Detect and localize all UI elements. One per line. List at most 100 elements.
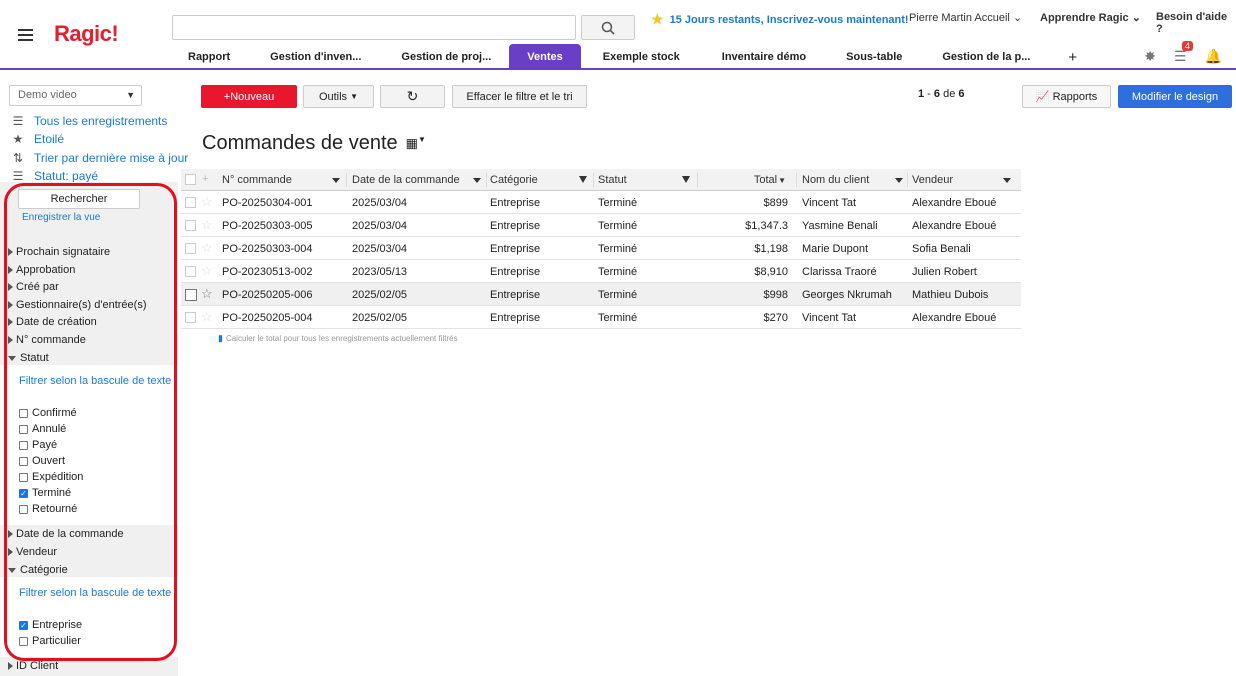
checkbox-label: Ouvert [32,455,66,467]
table-row[interactable]: ☆ PO-20250303-005 2025/03/04 Entreprise Term… [181,214,1021,237]
sidebar-all-records[interactable]: ☰ Tous les enregistrements [10,114,168,128]
tab-ventes[interactable]: Ventes [509,44,581,70]
table-row[interactable]: ☆ PO-20250304-001 2025/03/04 Entreprise Term… [181,191,1021,214]
filter-date-commande[interactable]: Date de la commande [8,528,124,540]
checkbox-ouvert[interactable]: Ouvert [19,455,65,467]
tab-gestion-p[interactable]: Gestion de la p... [922,44,1050,70]
tab-gestion-projet[interactable]: Gestion de proj... [383,44,509,70]
star-icon[interactable]: ☆ [201,217,213,233]
menu-icon[interactable] [18,29,33,41]
star-icon[interactable]: ☆ [201,309,213,325]
col-statut[interactable]: Statut [594,169,697,191]
trial-banner[interactable]: ★ 15 Jours restants, Inscrivez-vous main… [651,11,909,28]
row-checkbox[interactable] [185,220,196,231]
checkbox[interactable] [19,456,28,466]
col-n-commande[interactable]: N° commande [218,169,345,191]
tab-inventaire-demo[interactable]: Inventaire démo [702,44,826,70]
table-view-icon[interactable]: ▦▼ [406,135,426,151]
tab-gestion-inventaire[interactable]: Gestion d'inven... [248,44,383,70]
filter-n-commande[interactable]: N° commande [8,334,86,346]
checkbox[interactable] [19,472,28,482]
bug-icon[interactable]: ✸ [1144,48,1156,65]
row-checkbox[interactable] [185,197,196,208]
checkbox-checked[interactable]: ✓ [19,488,28,498]
view-select[interactable]: Demo video ▼ [9,85,142,106]
sidebar-sort-updated[interactable]: ⇅ Trier par dernière mise à jour [10,151,188,165]
filter-date-creation[interactable]: Date de création [8,316,97,328]
select-all-checkbox[interactable] [185,174,196,185]
row-checkbox[interactable] [185,243,196,254]
checkbox[interactable] [19,504,28,514]
checkbox[interactable] [19,424,28,434]
checkbox-checked[interactable]: ✓ [19,620,28,630]
statut-options: Filtrer selon la bascule de texte Confir… [0,365,178,525]
star-icon[interactable]: ☆ [201,240,213,256]
reports-button[interactable]: 📈 Rapports [1022,85,1111,108]
filter-statut[interactable]: Statut [8,352,49,364]
table-row[interactable]: ☆ PO-20250303-004 2025/03/04 Entreprise Term… [181,237,1021,260]
tab-rapport[interactable]: Rapport [170,44,248,70]
cell-client: Georges Nkrumah [802,288,892,301]
checkbox[interactable] [19,636,28,646]
star-icon[interactable]: ☆ [201,263,213,279]
col-date-commande[interactable]: Date de la commande [348,169,486,191]
checkbox-confirme[interactable]: Confirmé [19,407,77,419]
filter-approbation[interactable]: Approbation [8,264,75,276]
filter-id-client[interactable]: ID Client [8,660,58,672]
row-checkbox[interactable] [185,289,197,301]
filter-gestionnaires[interactable]: Gestionnaire(s) d'entrée(s) [8,299,147,311]
add-tab-button[interactable]: + [1050,44,1095,70]
search-button[interactable] [581,15,635,40]
new-record-button[interactable]: +Nouveau [201,85,297,108]
checkbox-particulier[interactable]: Particulier [19,635,81,647]
tools-button[interactable]: Outils ▼ [303,85,374,108]
col-nom-client[interactable]: Nom du client [798,169,908,191]
checkbox-termine[interactable]: ✓ Terminé [19,487,71,499]
search-input[interactable] [172,15,576,40]
filter-label: N° commande [16,334,86,346]
app-logo[interactable]: Ragic! [54,21,119,47]
checkbox-retourne[interactable]: Retourné [19,503,77,515]
help-menu[interactable]: Besoin d'aide ? [1156,11,1236,35]
categorie-text-toggle[interactable]: Filtrer selon la bascule de texte [19,587,171,599]
user-menu[interactable]: Pierre Martin Accueil ⌄ [909,11,1022,24]
search-filter-button[interactable]: Rechercher [18,189,140,209]
checkbox[interactable] [19,440,28,450]
row-checkbox[interactable] [185,312,196,323]
table-row[interactable]: ☆ PO-20230513-002 2023/05/13 Entreprise Term… [181,260,1021,283]
col-vendeur[interactable]: Vendeur [908,169,1015,191]
filter-vendeur[interactable]: Vendeur [8,546,57,558]
checkbox-annule[interactable]: Annulé [19,423,66,435]
add-icon[interactable]: + [202,173,208,185]
tab-sous-table[interactable]: Sous-table [826,44,922,70]
table-row[interactable]: ☆ PO-20250205-004 2025/02/05 Entreprise Term… [181,306,1021,329]
col-total[interactable]: Total ▼ [697,169,796,191]
row-checkbox[interactable] [185,266,196,277]
task-icon[interactable]: ☰ 4 [1174,41,1194,65]
save-view-link[interactable]: Enregistrer la vue [22,212,100,223]
refresh-button[interactable]: ↻ [380,85,445,108]
filter-categorie[interactable]: Catégorie [8,564,68,576]
sidebar-status-paid[interactable]: ☰ Statut: payé [10,169,98,183]
filter-prochain-signataire[interactable]: Prochain signataire [8,246,110,258]
filter-cree-par[interactable]: Créé par [8,281,59,293]
calc-total-link[interactable]: ▮ Calculer le total pour tous les enregi… [218,333,458,344]
checkbox[interactable] [19,408,28,418]
tab-exemple-stock[interactable]: Exemple stock [581,44,702,70]
checkbox-entreprise[interactable]: ✓ Entreprise [19,619,82,631]
star-icon[interactable]: ☆ [201,286,213,302]
checkbox-paye[interactable]: Payé [19,439,57,451]
checkbox-label: Expédition [32,471,84,483]
table-row[interactable]: ☆ PO-20250205-006 2025/02/05 Entreprise Term… [181,283,1021,306]
learn-menu[interactable]: Apprendre Ragic ⌄ [1040,11,1141,24]
modify-design-button[interactable]: Modifier le design [1118,85,1232,108]
sidebar-starred[interactable]: ★ Etoilé [10,132,64,146]
star-icon[interactable]: ☆ [201,194,213,210]
col-categorie[interactable]: Catégorie [486,169,594,191]
checkbox-expedition[interactable]: Expédition [19,471,83,483]
statut-text-toggle[interactable]: Filtrer selon la bascule de texte [19,375,171,387]
bell-icon[interactable]: 🔔 [1205,48,1222,65]
clear-filter-button[interactable]: Effacer le filtre et le tri [452,85,587,108]
cell-client: Yasmine Benali [802,219,878,232]
filter-panel: Rechercher Enregistrer la vue Prochain s… [0,182,178,676]
